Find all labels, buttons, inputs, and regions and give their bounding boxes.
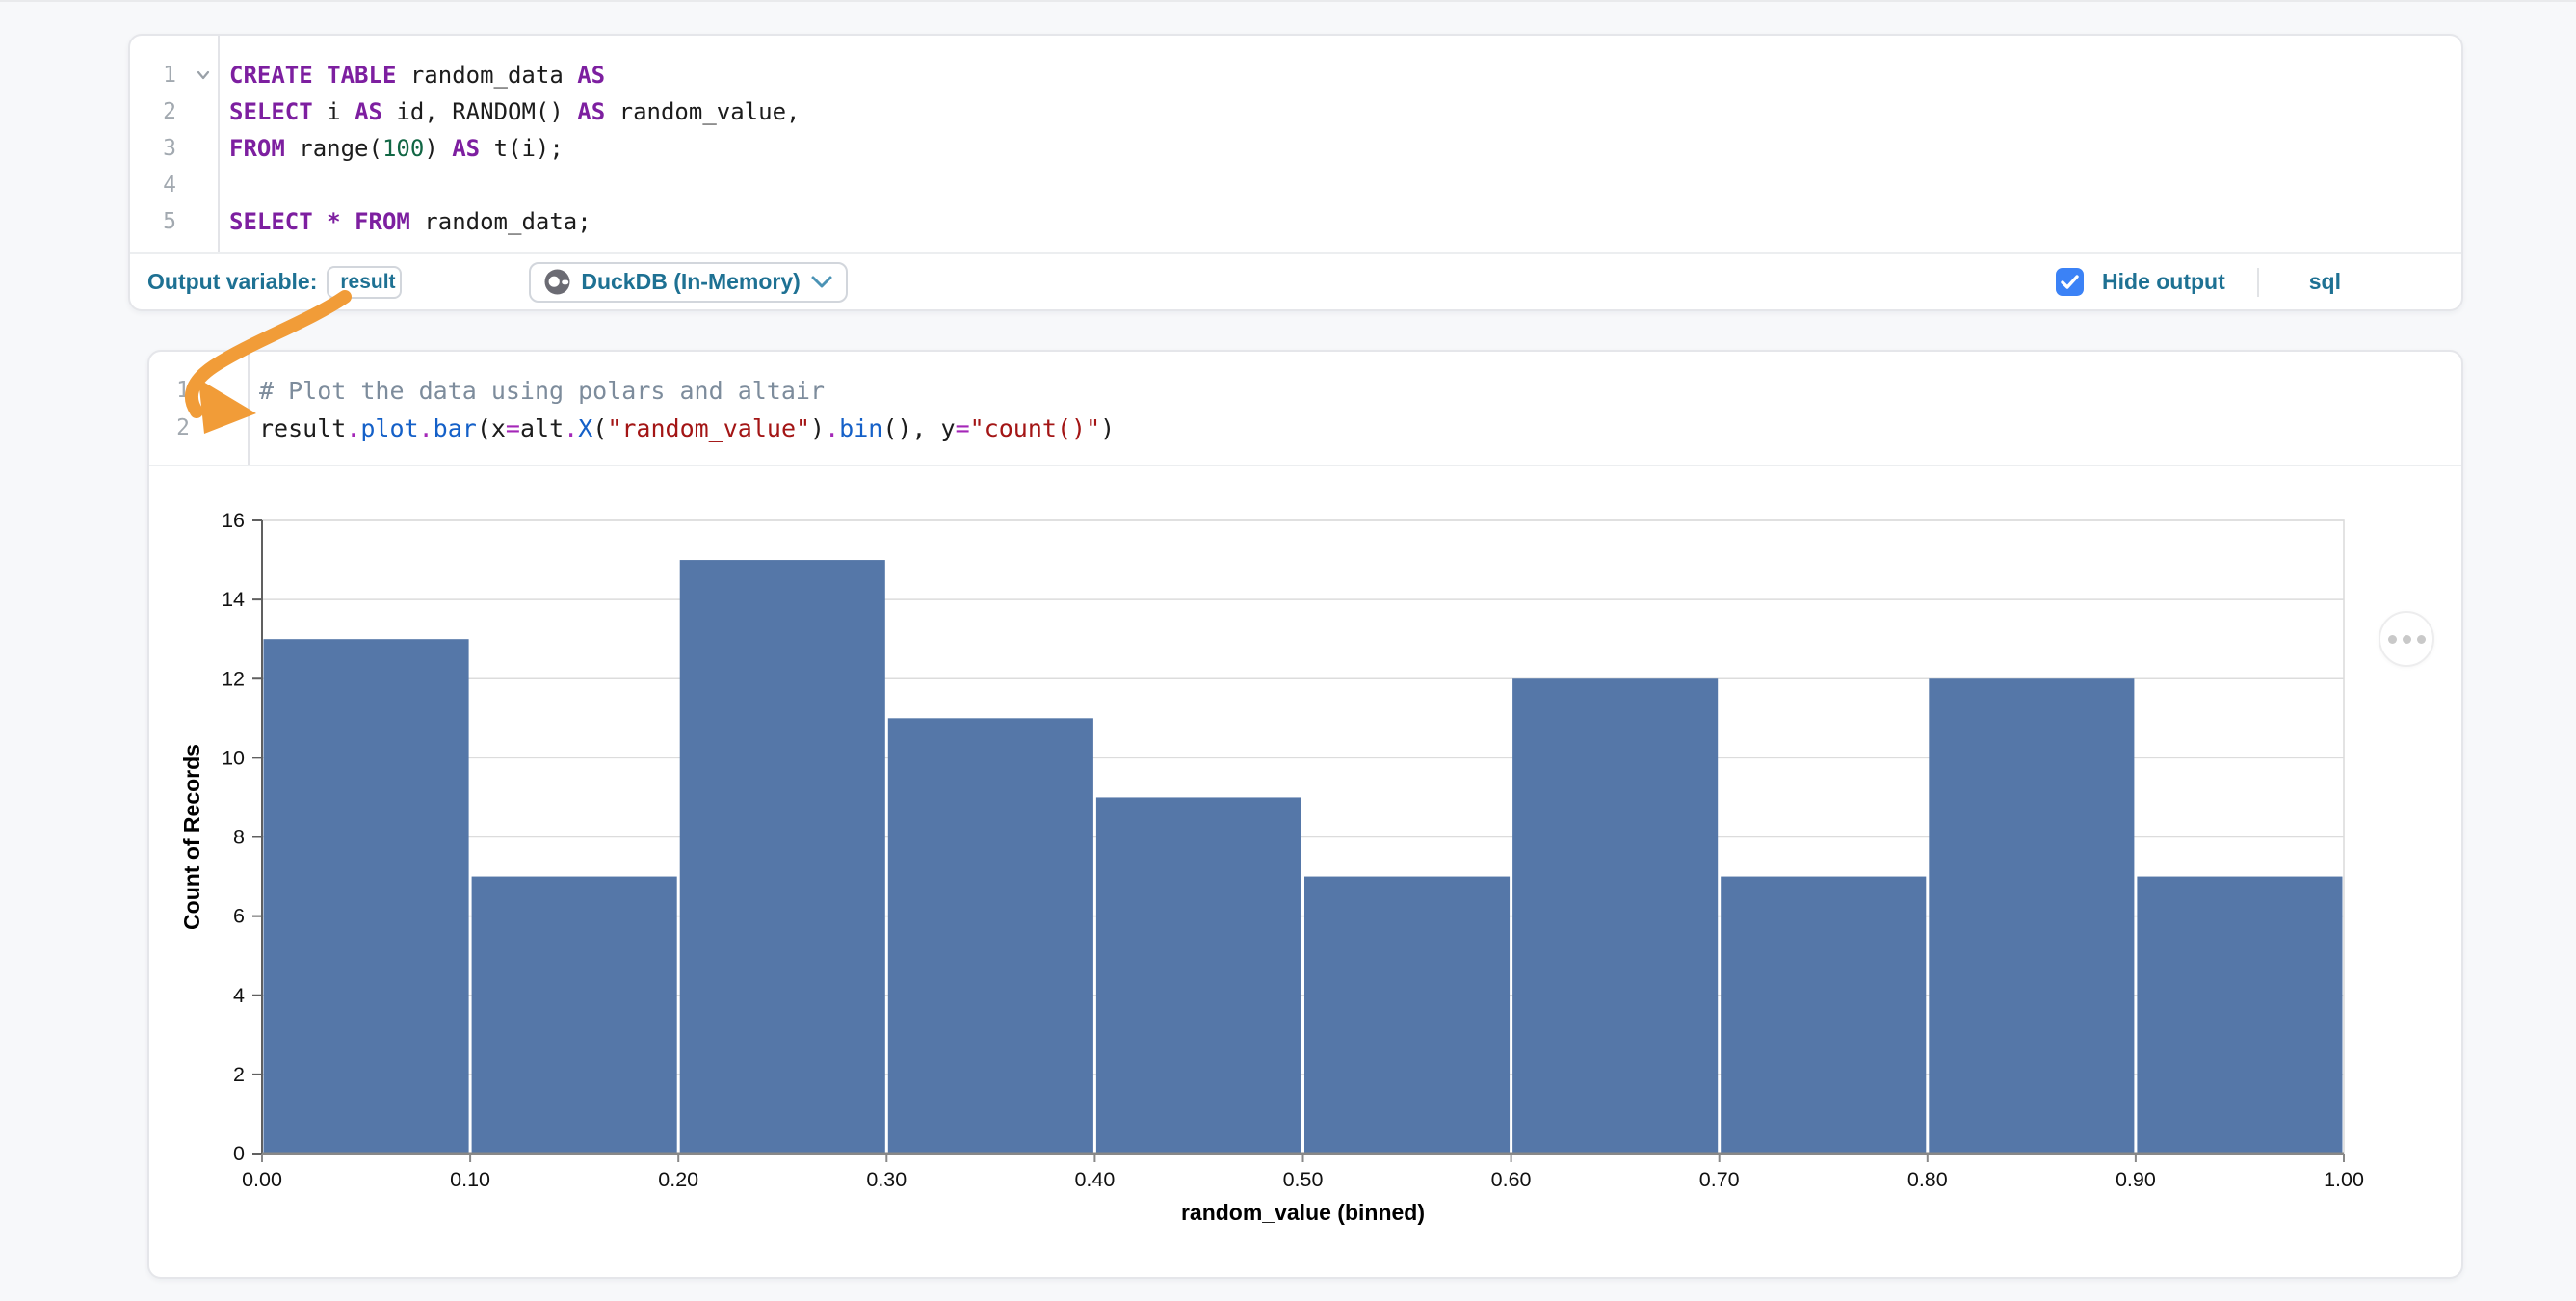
hide-output-label[interactable]: Hide output xyxy=(2102,269,2225,295)
code-line[interactable]: CREATE TABLE random_data AS xyxy=(229,57,2461,93)
line-number: 2 xyxy=(130,93,176,130)
python-code[interactable]: # Plot the data using polars and altairr… xyxy=(250,352,2461,465)
histogram-bar xyxy=(1721,877,1926,1154)
svg-text:0.60: 0.60 xyxy=(1491,1168,1532,1191)
histogram-bar xyxy=(1512,678,1718,1154)
histogram-bar xyxy=(1096,797,1301,1154)
sql-code-editor[interactable]: 12345 CREATE TABLE random_data ASSELECT … xyxy=(130,36,2461,252)
line-number: 5 xyxy=(130,203,176,240)
code-line[interactable] xyxy=(229,167,2461,203)
svg-text:12: 12 xyxy=(222,667,245,690)
line-number: 4 xyxy=(130,167,176,203)
histogram-bar xyxy=(2137,877,2342,1154)
hide-output-checkbox[interactable] xyxy=(2056,268,2084,296)
python-code-editor[interactable]: 12 # Plot the data using polars and alta… xyxy=(149,352,2461,465)
ellipsis-icon xyxy=(2388,635,2397,644)
histogram-bar xyxy=(680,560,885,1154)
code-line[interactable]: result.plot.bar(x=alt.X("random_value").… xyxy=(259,410,2461,447)
svg-text:0.20: 0.20 xyxy=(658,1168,698,1191)
svg-text:16: 16 xyxy=(222,509,245,532)
check-icon xyxy=(2061,275,2079,289)
histogram-bar xyxy=(264,639,469,1154)
ellipsis-icon xyxy=(2417,635,2426,644)
histogram-bar xyxy=(1929,678,2134,1154)
chevron-down-icon xyxy=(811,276,832,289)
language-badge-sql[interactable]: sql xyxy=(2309,269,2341,295)
engine-label: DuckDB (In-Memory) xyxy=(581,269,800,295)
svg-text:8: 8 xyxy=(233,826,245,849)
svg-text:0.50: 0.50 xyxy=(1283,1168,1324,1191)
svg-text:4: 4 xyxy=(233,984,245,1007)
engine-select-button[interactable]: DuckDB (In-Memory) xyxy=(529,262,847,303)
svg-text:0.30: 0.30 xyxy=(866,1168,907,1191)
svg-text:0.90: 0.90 xyxy=(2116,1168,2156,1191)
line-number-gutter: 12345 xyxy=(130,36,220,252)
sql-cell: 12345 CREATE TABLE random_data ASSELECT … xyxy=(128,34,2463,311)
line-number: 2 xyxy=(149,410,190,447)
svg-text:2: 2 xyxy=(233,1063,245,1086)
footer-divider xyxy=(2257,268,2259,297)
sql-code[interactable]: CREATE TABLE random_data ASSELECT i AS i… xyxy=(220,36,2461,252)
line-number: 1 xyxy=(149,372,190,410)
svg-text:6: 6 xyxy=(233,905,245,928)
svg-text:0.80: 0.80 xyxy=(1907,1168,1948,1191)
histogram-bar xyxy=(472,877,677,1154)
line-number: 1 xyxy=(130,57,176,93)
output-menu-button[interactable] xyxy=(2379,611,2434,667)
code-line[interactable]: FROM range(100) AS t(i); xyxy=(229,130,2461,167)
histogram-bar xyxy=(1304,877,1510,1154)
output-variable-input[interactable] xyxy=(327,266,402,299)
svg-text:1.00: 1.00 xyxy=(2324,1168,2364,1191)
histogram-bar xyxy=(888,718,1093,1154)
fold-chevron-down-icon[interactable] xyxy=(196,67,211,83)
code-line[interactable]: SELECT i AS id, RANDOM() AS random_value… xyxy=(229,93,2461,130)
svg-text:0.40: 0.40 xyxy=(1074,1168,1115,1191)
ellipsis-icon xyxy=(2403,635,2411,644)
duckdb-logo-icon xyxy=(544,269,570,295)
code-line[interactable]: SELECT * FROM random_data; xyxy=(229,203,2461,240)
line-number-gutter: 12 xyxy=(149,352,250,465)
histogram-chart: 0 2 4 6 8 10 12 14 16 0.00 0.10 0.20 0.30 0.40 0.50 0.6… xyxy=(149,466,2465,1281)
code-line[interactable]: # Plot the data using polars and altair xyxy=(259,372,2461,410)
x-axis-title: random_value (binned) xyxy=(1181,1200,1425,1225)
svg-text:0: 0 xyxy=(233,1142,245,1165)
sql-cell-footer: Output variable: DuckDB (In-Memory) xyxy=(130,252,2461,309)
cell-output-area: 0 2 4 6 8 10 12 14 16 0.00 0.10 0.20 0.30 0.40 0.50 0.6… xyxy=(149,465,2461,1277)
svg-text:10: 10 xyxy=(222,746,245,769)
svg-text:0.00: 0.00 xyxy=(242,1168,282,1191)
svg-text:0.10: 0.10 xyxy=(450,1168,490,1191)
python-cell: 12 # Plot the data using polars and alta… xyxy=(147,350,2463,1279)
line-number: 3 xyxy=(130,130,176,167)
output-variable-label: Output variable: xyxy=(147,269,317,295)
svg-text:14: 14 xyxy=(222,588,245,611)
svg-text:0.70: 0.70 xyxy=(1699,1168,1740,1191)
y-axis-title: Count of Records xyxy=(179,744,204,930)
